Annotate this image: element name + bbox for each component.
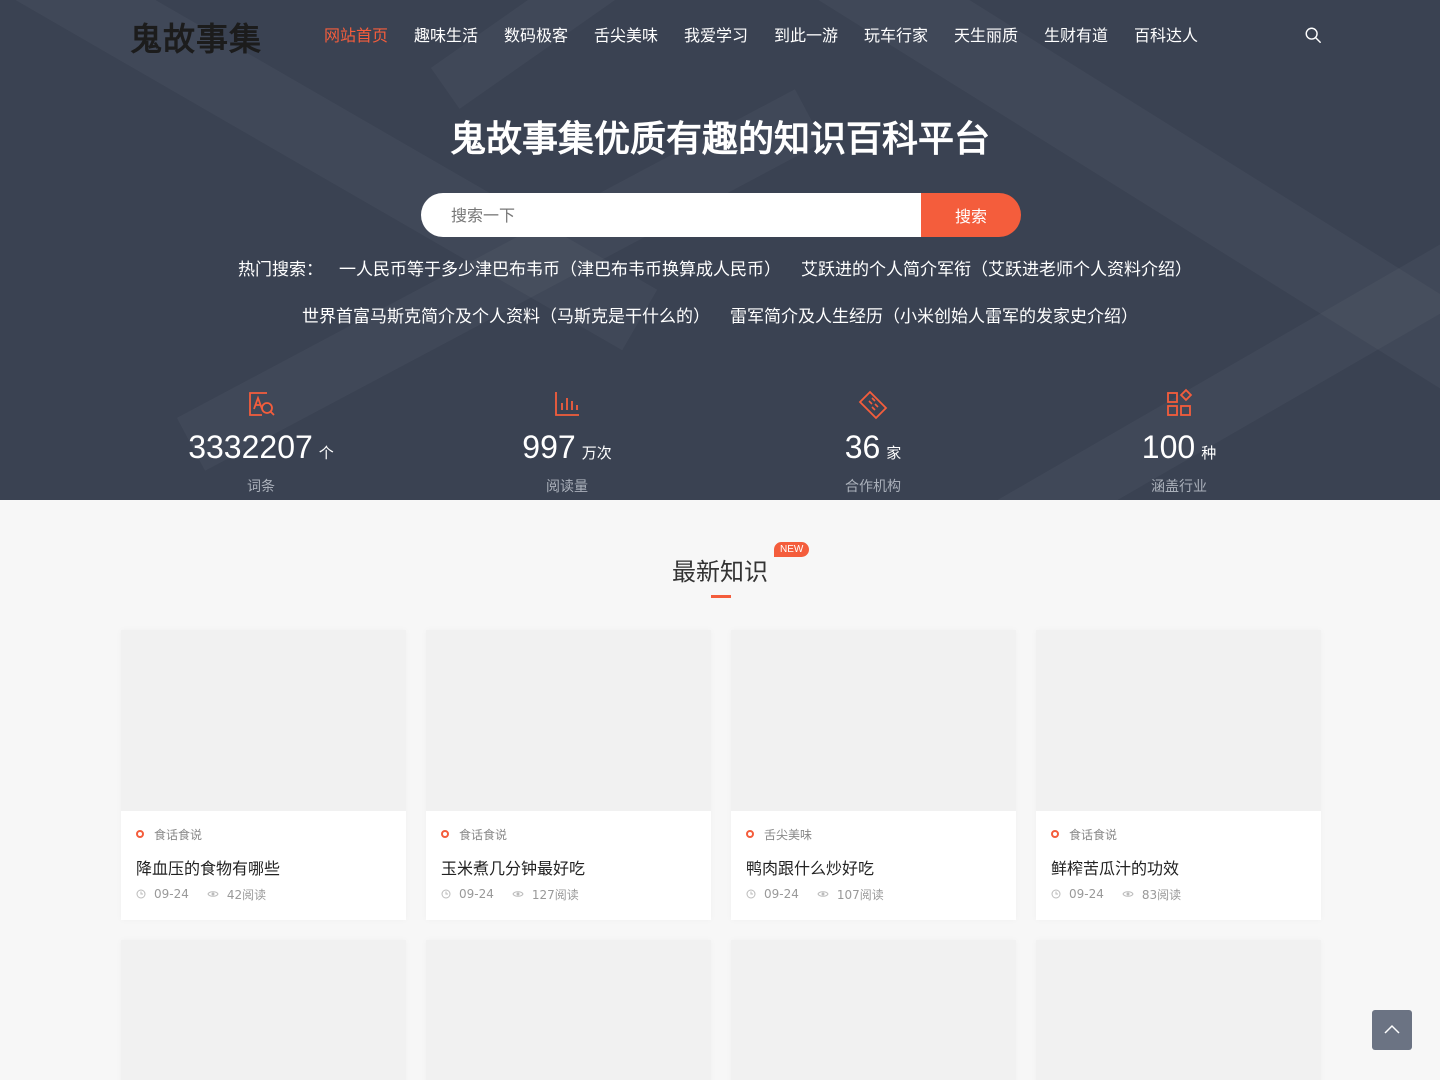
category-dot-icon xyxy=(441,830,449,838)
stats-row: 3332207 个 词条 997 万次 阅读量 36 家 合作机构 100 种 … xyxy=(108,388,1332,498)
nav-item-beauty[interactable]: 天生丽质 xyxy=(941,22,1031,46)
article-thumbnail[interactable] xyxy=(1036,940,1321,1080)
stat-entries: 3332207 个 词条 xyxy=(108,388,414,498)
back-to-top-button[interactable] xyxy=(1372,1010,1412,1050)
article-thumbnail[interactable] xyxy=(121,630,406,811)
chevron-up-icon xyxy=(1384,1024,1400,1034)
hot-search-label: 热门搜索： xyxy=(238,260,323,280)
nav-item-fun-life[interactable]: 趣味生活 xyxy=(401,22,491,46)
stat-value: 997 万次 xyxy=(522,429,612,465)
article-date: 09-24 xyxy=(764,887,799,901)
article-reads: 127阅读 xyxy=(531,887,579,902)
clock-icon xyxy=(746,889,756,899)
eye-icon xyxy=(512,891,524,897)
hot-search-link[interactable]: 雷军简介及人生经历（小米创始人雷军的发家史介绍） xyxy=(730,307,1138,327)
article-thumbnail[interactable] xyxy=(731,630,1016,811)
stat-label: 合作机构 xyxy=(845,479,901,495)
stat-value: 36 家 xyxy=(844,429,902,465)
eye-icon xyxy=(207,891,219,897)
article-title[interactable]: 降血压的食物有哪些 xyxy=(136,855,391,878)
article-card[interactable] xyxy=(1036,940,1321,1080)
stat-industries: 100 种 涵盖行业 xyxy=(1026,388,1332,498)
hot-search-link[interactable]: 艾跃进的个人简介军衔（艾跃进老师个人资料介绍） xyxy=(801,260,1192,280)
hero-banner: 鬼故事集 网站首页 趣味生活 数码极客 舌尖美味 我爱学习 到此一游 玩车行家 … xyxy=(0,0,1440,500)
search-input[interactable] xyxy=(421,193,921,237)
article-category[interactable]: 舌尖美味 xyxy=(746,827,1001,842)
article-meta: 09-24 127阅读 xyxy=(441,887,696,902)
category-dot-icon xyxy=(746,830,754,838)
bar-chart-icon xyxy=(555,392,579,416)
nav-item-home[interactable]: 网站首页 xyxy=(311,22,401,46)
stat-reads: 997 万次 阅读量 xyxy=(414,388,720,498)
hero-search-box: 搜索 xyxy=(421,193,1021,237)
nav-item-finance[interactable]: 生财有道 xyxy=(1031,22,1121,46)
stat-label: 涵盖行业 xyxy=(1151,479,1207,495)
clock-icon xyxy=(441,889,451,899)
category-dot-icon xyxy=(136,830,144,838)
article-card[interactable]: 食话食说 降血压的食物有哪些 09-24 42阅读 xyxy=(121,630,406,920)
article-card[interactable] xyxy=(426,940,711,1080)
article-card[interactable]: 食话食说 玉米煮几分钟最好吃 09-24 127阅读 xyxy=(426,630,711,920)
article-date: 09-24 xyxy=(459,887,494,901)
stat-partners: 36 家 合作机构 xyxy=(720,388,1026,498)
article-card[interactable] xyxy=(731,940,1016,1080)
article-date: 09-24 xyxy=(1069,887,1104,901)
article-reads: 42阅读 xyxy=(226,887,267,902)
hot-search-link[interactable]: 一人民币等于多少津巴布韦币（津巴布韦币换算成人民币） xyxy=(339,260,781,280)
eye-icon xyxy=(817,891,829,897)
top-navigation: 鬼故事集 网站首页 趣味生活 数码极客 舌尖美味 我爱学习 到此一游 玩车行家 … xyxy=(0,0,1440,68)
article-title[interactable]: 玉米煮几分钟最好吃 xyxy=(441,855,696,878)
nav-item-encyclopedia[interactable]: 百科达人 xyxy=(1121,22,1211,46)
hot-search-link[interactable]: 世界首富马斯克简介及个人资料（马斯克是干什么的） xyxy=(302,307,710,327)
eye-icon xyxy=(1122,891,1134,897)
apps-grid-icon xyxy=(1167,388,1193,416)
nav-item-cars[interactable]: 玩车行家 xyxy=(851,22,941,46)
article-thumbnail[interactable] xyxy=(426,940,711,1080)
article-category[interactable]: 食话食说 xyxy=(441,827,696,842)
article-meta: 09-24 42阅读 xyxy=(136,887,391,902)
article-reads: 83阅读 xyxy=(1141,887,1182,902)
search-icon[interactable] xyxy=(1304,26,1322,44)
article-category[interactable]: 食话食说 xyxy=(1051,827,1306,842)
text-search-icon xyxy=(249,392,275,416)
category-dot-icon xyxy=(1051,830,1059,838)
article-card[interactable]: 舌尖美味 鸭肉跟什么炒好吃 09-24 107阅读 xyxy=(731,630,1016,920)
article-title[interactable]: 鸭肉跟什么炒好吃 xyxy=(746,855,1001,878)
article-thumbnail[interactable] xyxy=(426,630,711,811)
nav-item-digital[interactable]: 数码极客 xyxy=(491,22,581,46)
article-category[interactable]: 食话食说 xyxy=(136,827,391,842)
stat-label: 阅读量 xyxy=(546,479,588,495)
section-title-underline xyxy=(711,595,731,598)
stat-value: 3332207 个 xyxy=(188,429,334,465)
article-title[interactable]: 鲜榨苦瓜汁的功效 xyxy=(1051,855,1306,878)
article-thumbnail[interactable] xyxy=(121,940,406,1080)
hot-search-row-2: 世界首富马斯克简介及个人资料（马斯克是干什么的） 雷军简介及人生经历（小米创始人雷… xyxy=(0,302,1440,327)
nav-item-study[interactable]: 我爱学习 xyxy=(671,22,761,46)
clock-icon xyxy=(136,889,146,899)
section-title: 最新知识 NEW xyxy=(0,542,1440,587)
handshake-icon xyxy=(858,390,888,420)
article-thumbnail[interactable] xyxy=(1036,630,1321,811)
article-meta: 09-24 83阅读 xyxy=(1051,887,1306,902)
search-button[interactable]: 搜索 xyxy=(921,193,1021,237)
new-badge: NEW xyxy=(774,542,810,557)
article-card[interactable] xyxy=(121,940,406,1080)
nav-item-food[interactable]: 舌尖美味 xyxy=(581,22,671,46)
nav-menu: 网站首页 趣味生活 数码极客 舌尖美味 我爱学习 到此一游 玩车行家 天生丽质 … xyxy=(311,22,1211,46)
site-logo[interactable]: 鬼故事集 xyxy=(130,14,262,60)
hot-search-row-1: 热门搜索： 一人民币等于多少津巴布韦币（津巴布韦币换算成人民币） 艾跃进的个人简介军… xyxy=(0,255,1440,280)
article-reads: 107阅读 xyxy=(836,887,884,902)
stat-value: 100 种 xyxy=(1141,429,1217,465)
hero-title: 鬼故事集优质有趣的知识百科平台 xyxy=(449,119,990,160)
section-title-text: 最新知识 xyxy=(672,558,768,586)
article-thumbnail[interactable] xyxy=(731,940,1016,1080)
article-meta: 09-24 107阅读 xyxy=(746,887,1001,902)
nav-item-travel[interactable]: 到此一游 xyxy=(761,22,851,46)
clock-icon xyxy=(1051,889,1061,899)
article-date: 09-24 xyxy=(154,887,189,901)
article-card[interactable]: 食话食说 鲜榨苦瓜汁的功效 09-24 83阅读 xyxy=(1036,630,1321,920)
stat-label: 词条 xyxy=(247,479,275,495)
